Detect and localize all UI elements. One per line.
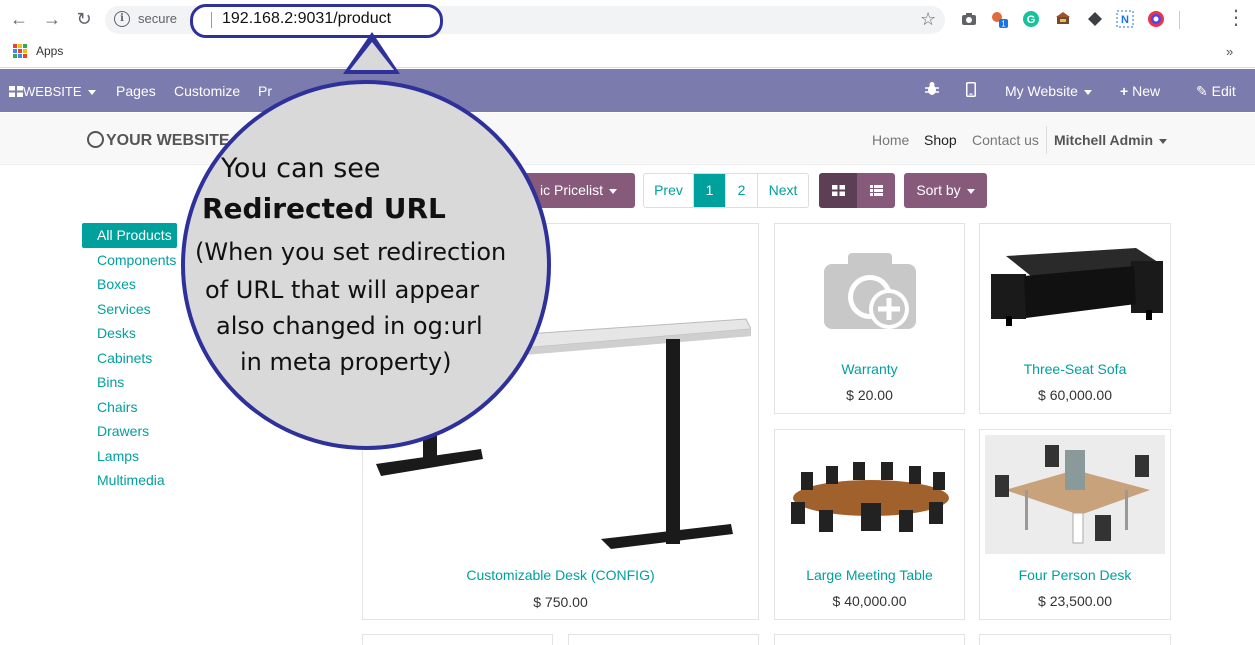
callout-line-6: in meta property): [240, 348, 452, 376]
callout-line-5: also changed in og:url: [216, 312, 483, 340]
callout-line-3: (When you set redirection: [195, 238, 507, 266]
callout-line-4: of URL that will appear: [205, 276, 480, 304]
annotation-callout: [181, 32, 551, 450]
callout-line-1: You can see: [221, 153, 381, 184]
callout-line-2: Redirected URL: [202, 192, 446, 225]
